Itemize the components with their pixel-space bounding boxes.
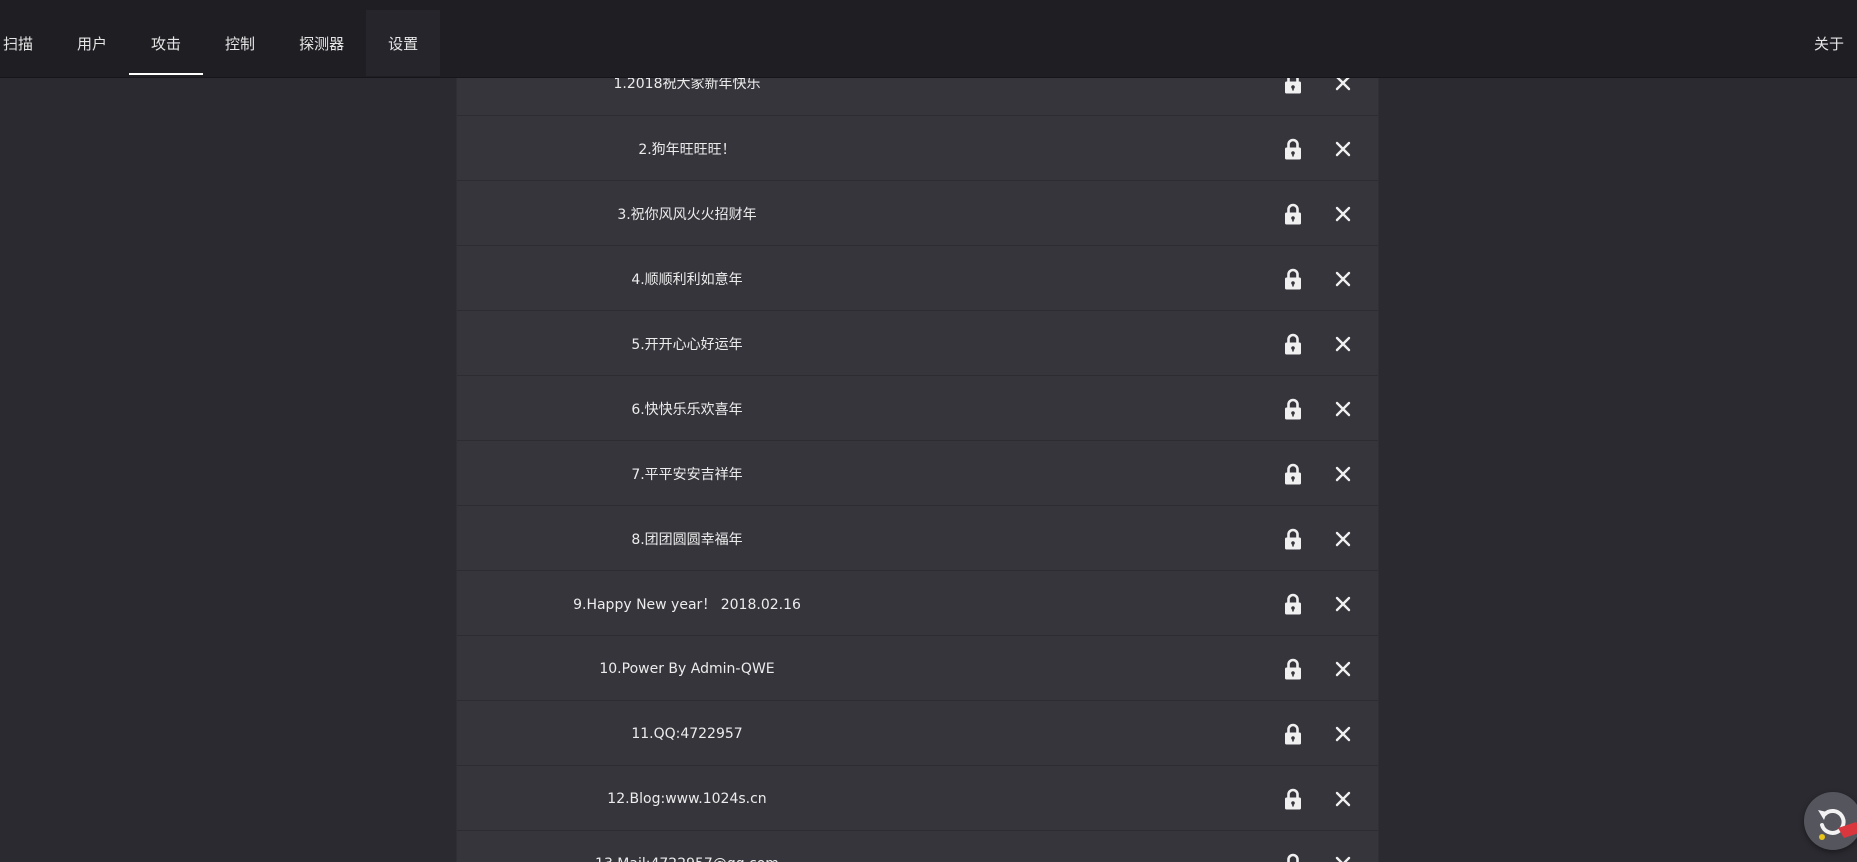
nav-tab-attack[interactable]: 攻击 — [129, 10, 204, 76]
list-item-text: 9.Happy New year！ 2018.02.16 — [573, 596, 801, 613]
lock-icon[interactable] — [1284, 333, 1302, 355]
refresh-icon — [1818, 808, 1857, 840]
lock-icon[interactable] — [1284, 788, 1302, 810]
list-item-text: 12.Blog:www.1024s.cn — [607, 790, 767, 807]
close-icon[interactable] — [1332, 268, 1354, 290]
close-icon[interactable] — [1332, 463, 1354, 485]
close-icon[interactable] — [1332, 333, 1354, 355]
nav-tab-label: 攻击 — [151, 34, 182, 53]
lock-icon[interactable] — [1284, 138, 1302, 160]
nav-tab-settings[interactable]: 设置 — [366, 10, 441, 76]
list-item: 8.团团圆圆幸福年 — [457, 505, 1378, 571]
about-link[interactable]: 关于 — [1814, 10, 1857, 77]
list-item-text: 13.Mail:4722957@qq.com — [457, 831, 917, 862]
close-icon[interactable] — [1332, 788, 1354, 810]
nav-tab-label: 设置 — [388, 34, 419, 53]
close-icon[interactable] — [1332, 658, 1354, 680]
top-nav-bar: 扫描 用户 攻击 控制 探测器 设置 关于 — [0, 0, 1857, 77]
list-item-text: 8.团团圆圆幸福年 — [631, 531, 743, 548]
list-item: 2.狗年旺旺旺！ — [457, 115, 1378, 181]
nav-tab-label: 控制 — [225, 34, 256, 53]
close-icon[interactable] — [1332, 593, 1354, 615]
list-item: 3.祝你风风火火招财年 — [457, 180, 1378, 246]
list-item: 12.Blog:www.1024s.cn — [457, 765, 1378, 831]
main-nav: 扫描 用户 攻击 控制 探测器 设置 — [0, 10, 441, 77]
list-item-text: 4.顺顺利利如意年 — [631, 271, 743, 288]
list-item-text: 2.狗年旺旺旺！ — [638, 141, 736, 158]
lock-icon[interactable] — [1284, 528, 1302, 550]
close-icon[interactable] — [1332, 138, 1354, 160]
lock-icon[interactable] — [1284, 268, 1302, 290]
list-item: 4.顺顺利利如意年 — [457, 245, 1378, 311]
nav-tab-label: 扫描 — [3, 34, 34, 53]
nav-tab-label: 探测器 — [299, 34, 345, 53]
list-item-text: 6.快快乐乐欢喜年 — [631, 401, 743, 418]
lock-icon[interactable] — [1284, 593, 1302, 615]
lock-icon[interactable] — [1284, 658, 1302, 680]
refresh-button[interactable] — [1804, 792, 1857, 850]
lock-icon[interactable] — [1284, 853, 1302, 862]
nav-tab-control[interactable]: 控制 — [203, 10, 277, 76]
list-item: 10.Power By Admin-QWE — [457, 635, 1378, 701]
list-item-text: 11.QQ:4722957 — [631, 725, 743, 742]
close-icon[interactable] — [1332, 723, 1354, 745]
close-icon[interactable] — [1332, 398, 1354, 420]
message-list-panel: 1.2018祝大家新年快乐 2.狗年旺旺旺！ 3.祝你风风火火招财年 4.顺顺利利如意… — [456, 50, 1379, 862]
nav-tab-label: 用户 — [77, 34, 108, 53]
about-label: 关于 — [1813, 35, 1844, 53]
close-icon[interactable] — [1332, 853, 1354, 862]
list-item-text: 5.开开心心好运年 — [631, 336, 743, 353]
list-item: 7.平平安安吉祥年 — [457, 440, 1378, 506]
list-item: 6.快快乐乐欢喜年 — [457, 375, 1378, 441]
list-item: 5.开开心心好运年 — [457, 310, 1378, 376]
list-item-text: 10.Power By Admin-QWE — [599, 660, 775, 677]
list-item: 9.Happy New year！ 2018.02.16 — [457, 570, 1378, 636]
lock-icon[interactable] — [1284, 398, 1302, 420]
nav-tab-detector[interactable]: 探测器 — [277, 10, 366, 76]
nav-tab-scan[interactable]: 扫描 — [0, 10, 55, 76]
close-icon[interactable] — [1332, 203, 1354, 225]
lock-icon[interactable] — [1284, 723, 1302, 745]
app-page: 扫描 用户 攻击 控制 探测器 设置 关于 1.2018祝大家新年快乐 2.狗年旺… — [0, 0, 1857, 862]
lock-icon[interactable] — [1284, 463, 1302, 485]
list-item-text: 7.平平安安吉祥年 — [631, 466, 743, 483]
close-icon[interactable] — [1332, 528, 1354, 550]
list-item: 13.Mail:4722957@qq.com — [457, 830, 1378, 862]
list-item: 11.QQ:4722957 — [457, 700, 1378, 766]
list-item-text: 3.祝你风风火火招财年 — [617, 206, 757, 223]
lock-icon[interactable] — [1284, 203, 1302, 225]
nav-tab-users[interactable]: 用户 — [55, 10, 129, 76]
